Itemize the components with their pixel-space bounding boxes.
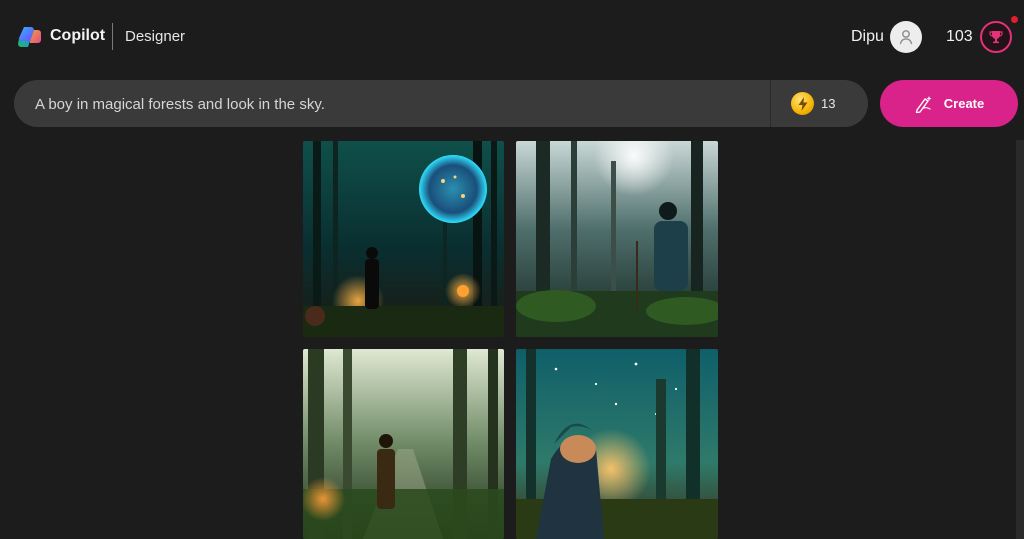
rewards-button[interactable]	[980, 21, 1012, 53]
trophy-icon	[989, 31, 1003, 44]
scrollbar[interactable]	[1016, 140, 1024, 539]
prompt-boosts: 13	[821, 96, 836, 111]
sparkle-pen-icon	[915, 95, 932, 113]
copilot-logo-icon[interactable]	[16, 24, 42, 50]
result-image-2[interactable]	[516, 141, 718, 337]
result-image-4[interactable]	[516, 349, 718, 539]
result-image-3[interactable]	[303, 349, 504, 539]
user-name[interactable]: Dipu	[851, 28, 884, 46]
app-header: Copilot Designer Dipu 103	[0, 0, 1024, 74]
prompt-input[interactable]: A boy in magical forests and look in the…	[35, 96, 325, 113]
boost-count: 103	[946, 28, 973, 45]
lightning-icon	[791, 92, 814, 115]
result-image-1[interactable]	[303, 141, 504, 337]
product-name[interactable]: Designer	[125, 28, 185, 45]
person-icon	[899, 30, 913, 45]
prompt-divider	[770, 80, 771, 127]
create-button[interactable]: Create	[880, 80, 1018, 127]
avatar[interactable]	[890, 21, 922, 53]
prompt-bar: A boy in magical forests and look in the…	[14, 80, 868, 127]
notification-dot	[1011, 16, 1018, 23]
brand-name[interactable]: Copilot	[50, 27, 105, 45]
header-divider	[112, 23, 113, 50]
create-label: Create	[943, 96, 985, 111]
